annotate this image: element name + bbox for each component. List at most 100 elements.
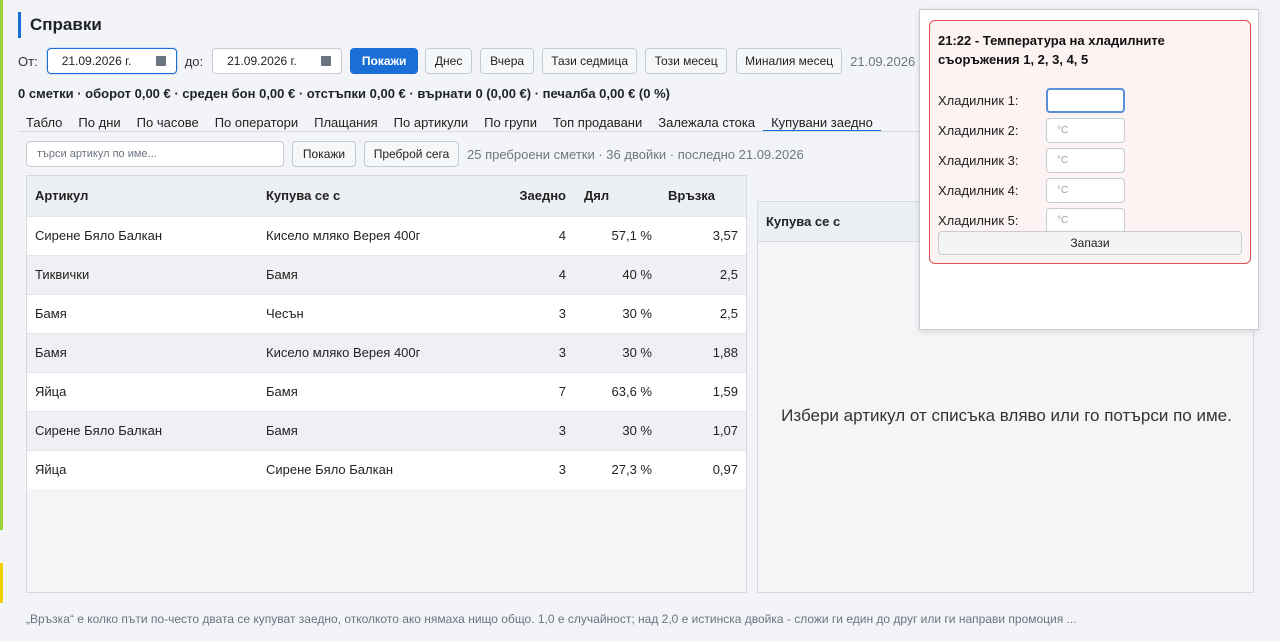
table-row[interactable]: Сирене Бяло Балкан Кисело мляко Верея 400… — [27, 215, 746, 255]
tab-top-sold[interactable]: Топ продавани — [545, 114, 650, 132]
cell-share: 40 % — [574, 254, 660, 294]
cell-item: Тиквички — [27, 254, 258, 294]
table-row[interactable]: Яйца Сирене Бяло Балкан 3 27,3 % 0,97 — [27, 449, 746, 489]
window-left-edge — [0, 0, 9, 641]
cell-item: Сирене Бяло Балкан — [27, 215, 258, 255]
show-report-button[interactable]: Покажи — [350, 48, 419, 74]
fridge-row-4: Хладилник 4: — [938, 177, 1125, 203]
current-date-label: 21.09.2026 — [850, 53, 916, 69]
table-row[interactable]: Яйца Бамя 7 63,6 % 1,59 — [27, 371, 746, 411]
fridge-row-1: Хладилник 1: — [938, 87, 1125, 113]
cell-together: 4 — [489, 254, 574, 294]
pairs-table: Артикул Купува се с Заедно Дял Връзка Си… — [27, 176, 746, 489]
item-search-bar: Покажи Преброй сега 25 преброени сметки … — [26, 141, 804, 167]
cell-share: 57,1 % — [574, 215, 660, 255]
cell-link: 1,07 — [660, 410, 746, 450]
count-stats: 25 преброени сметки · 36 двойки · послед… — [467, 146, 804, 162]
tab-by-hours[interactable]: По часове — [129, 114, 207, 132]
column-header-share[interactable]: Дял — [574, 176, 660, 216]
tab-by-groups[interactable]: По групи — [476, 114, 545, 132]
fridge-label: Хладилник 4: — [938, 182, 1019, 198]
column-header-bought-with[interactable]: Купува се с — [258, 176, 489, 216]
cell-share: 63,6 % — [574, 371, 660, 411]
this-month-button[interactable]: Този месец — [645, 48, 728, 74]
cell-together: 7 — [489, 371, 574, 411]
cell-together: 3 — [489, 449, 574, 489]
cell-bought-with: Бамя — [258, 254, 489, 294]
last-month-button[interactable]: Миналия месец — [736, 48, 843, 74]
calendar-icon[interactable] — [155, 56, 166, 66]
tabs-divider — [18, 131, 920, 132]
cell-together: 4 — [489, 215, 574, 255]
cell-link: 1,59 — [660, 371, 746, 411]
cell-link: 2,5 — [660, 254, 746, 294]
cell-share: 27,3 % — [574, 449, 660, 489]
from-date-value: 21.09.2026 г. — [61, 54, 132, 68]
cell-bought-with: Бамя — [258, 371, 489, 411]
fridge-label: Хладилник 1: — [938, 92, 1019, 108]
cell-item: Бамя — [27, 293, 258, 333]
temperature-popup-title: 21:22 - Температура на хладилните съоръж… — [938, 33, 1165, 67]
tab-by-days[interactable]: По дни — [70, 114, 128, 132]
cell-item: Бамя — [27, 332, 258, 372]
to-date-input[interactable]: 21.09.2026 г. — [212, 48, 343, 74]
tab-by-operators[interactable]: По оператори — [207, 114, 306, 132]
table-row[interactable]: Сирене Бяло Балкан Бамя 3 30 % 1,07 — [27, 410, 746, 450]
tab-dashboard[interactable]: Табло — [18, 114, 70, 132]
fridge-label: Хладилник 2: — [938, 122, 1019, 138]
yesterday-button[interactable]: Вчера — [480, 48, 535, 74]
item-search-input[interactable] — [26, 141, 284, 167]
cell-share: 30 % — [574, 293, 660, 333]
fridge-2-temperature-input[interactable] — [1046, 117, 1125, 143]
cell-share: 30 % — [574, 332, 660, 372]
cell-together: 3 — [489, 410, 574, 450]
cell-bought-with: Чесън — [258, 293, 489, 333]
cell-link: 0,97 — [660, 449, 746, 489]
from-date-input[interactable]: 21.09.2026 г. — [46, 48, 177, 74]
cell-item: Яйца — [27, 449, 258, 489]
cell-share: 30 % — [574, 410, 660, 450]
edge-strip-yellow — [0, 563, 3, 603]
fridge-label: Хладилник 5: — [938, 212, 1019, 228]
column-header-link[interactable]: Връзка — [660, 176, 746, 216]
page-title: Справки — [18, 12, 102, 38]
fridge-3-temperature-input[interactable] — [1046, 147, 1125, 173]
to-label: до: — [184, 53, 204, 69]
table-row[interactable]: Бамя Кисело мляко Верея 400г 3 30 % 1,88 — [27, 332, 746, 372]
temperature-popup: 21:22 - Температура на хладилните съоръж… — [919, 9, 1259, 330]
save-temperatures-button[interactable]: Запази — [938, 231, 1242, 255]
column-header-together[interactable]: Заедно — [489, 176, 574, 216]
tab-by-items[interactable]: По артикули — [386, 114, 476, 132]
table-body: Сирене Бяло Балкан Кисело мляко Верея 400… — [27, 215, 746, 489]
detail-empty-message: Избери артикул от списъка вляво или го п… — [781, 406, 1232, 425]
edge-strip-green — [0, 0, 3, 530]
cell-together: 3 — [489, 293, 574, 333]
link-explanation-footnote: „Връзка“ е колко пъти по-често двата се … — [26, 612, 1077, 626]
this-week-button[interactable]: Тази седмица — [542, 48, 638, 74]
report-summary: 0 сметки · оборот 0,00 € · среден бон 0,… — [18, 86, 670, 101]
cell-link: 3,57 — [660, 215, 746, 255]
tab-payments[interactable]: Плащания — [306, 114, 386, 132]
tab-bought-together[interactable]: Купувани заедно — [763, 114, 881, 132]
cell-item: Яйца — [27, 371, 258, 411]
column-header-item[interactable]: Артикул — [27, 176, 258, 216]
fridge-4-temperature-input[interactable] — [1046, 177, 1125, 203]
fridge-row-3: Хладилник 3: — [938, 147, 1125, 173]
cell-bought-with: Бамя — [258, 410, 489, 450]
fridge-1-temperature-input[interactable] — [1046, 87, 1125, 113]
tab-stale-stock[interactable]: Залежала стока — [650, 114, 763, 132]
today-button[interactable]: Днес — [425, 48, 473, 74]
cell-link: 1,88 — [660, 332, 746, 372]
to-date-value: 21.09.2026 г. — [227, 54, 297, 68]
cell-link: 2,5 — [660, 293, 746, 333]
count-now-button[interactable]: Преброй сега — [364, 141, 459, 167]
cell-bought-with: Кисело мляко Верея 400г — [258, 332, 489, 372]
table-row[interactable]: Бамя Чесън 3 30 % 2,5 — [27, 293, 746, 333]
fridge-label: Хладилник 3: — [938, 152, 1019, 168]
cell-bought-with: Сирене Бяло Балкан — [258, 449, 489, 489]
search-show-button[interactable]: Покажи — [292, 141, 356, 167]
calendar-icon[interactable] — [321, 56, 332, 66]
fridge-5-temperature-input[interactable] — [1046, 207, 1125, 233]
date-filter-bar: От: 21.09.2026 г. до: 21.09.2026 г. Пока… — [18, 48, 915, 74]
table-row[interactable]: Тиквички Бамя 4 40 % 2,5 — [27, 254, 746, 294]
